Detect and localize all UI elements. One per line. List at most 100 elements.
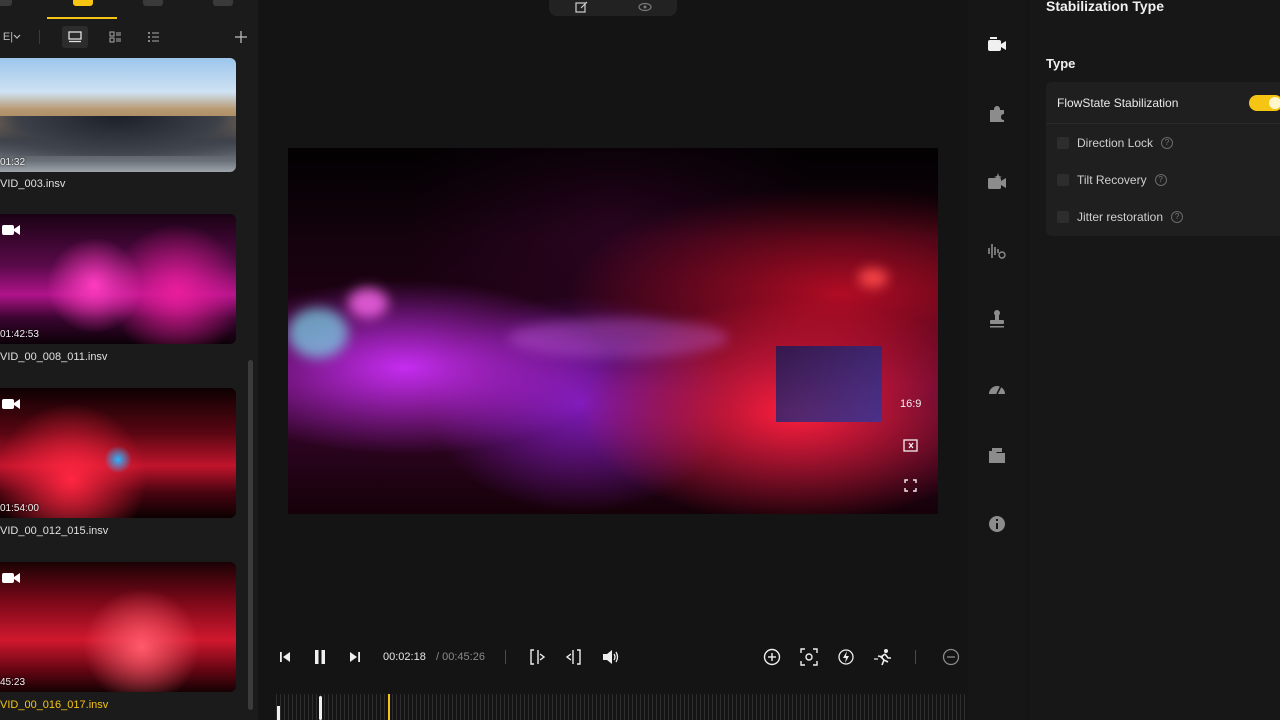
zoom-out-button[interactable] [940, 646, 962, 668]
jitter-restoration-option[interactable]: Jitter restoration ? [1057, 207, 1184, 227]
help-icon[interactable]: ? [1154, 174, 1167, 186]
lightning-icon [838, 649, 854, 665]
media-filename[interactable]: VID_003.insv [0, 178, 65, 190]
media-filename[interactable]: VID_00_012_015.insv [0, 525, 108, 537]
help-icon[interactable]: ? [1171, 211, 1184, 223]
mark-in-icon [530, 649, 546, 665]
properties-panel: Stabilization Type Type FlowState Stabil… [1030, 0, 1280, 720]
section-title: Type [1046, 56, 1076, 71]
stage-light [858, 268, 888, 288]
tab-other-icon[interactable] [0, 0, 12, 6]
media-thumbnail[interactable]: 01:54:00 [0, 388, 236, 518]
next-button[interactable] [344, 646, 366, 668]
info-icon [989, 516, 1005, 532]
grid-view-button[interactable] [104, 26, 126, 48]
export-icon [989, 448, 1005, 463]
panel-tabs [0, 0, 258, 20]
timeline-start-marker [277, 706, 280, 720]
toolbar-divider [39, 30, 40, 44]
crowd-glow [508, 318, 728, 358]
chevron-down-icon [13, 34, 21, 39]
rail-media-effects-button[interactable] [986, 171, 1008, 193]
filter-label: E| [2, 31, 14, 43]
skip-forward-icon [350, 652, 360, 662]
direction-lock-option[interactable]: Direction Lock ? [1057, 133, 1174, 153]
rail-stabilization-button[interactable] [986, 34, 1008, 56]
mark-out-button[interactable] [562, 646, 584, 668]
screen-glow [288, 308, 348, 358]
playhead[interactable] [319, 696, 322, 720]
tilt-recovery-label: Tilt Recovery [1077, 173, 1147, 187]
preview-mode-button[interactable] [635, 0, 655, 14]
media-thumbnail[interactable]: 45:23 [0, 562, 236, 692]
media-filename[interactable]: VID_00_016_017.insv [0, 699, 108, 711]
media-filename[interactable]: VID_00_008_011.insv [0, 351, 107, 363]
timeline-track[interactable] [276, 694, 966, 720]
deep-track-button[interactable] [798, 646, 820, 668]
video-camera-icon [2, 399, 20, 409]
target-track-icon [800, 648, 818, 666]
media-duration: 45:23 [0, 677, 26, 688]
fullscreen-icon [903, 478, 917, 492]
mark-in-button[interactable] [527, 646, 549, 668]
motion-effect-button[interactable] [872, 646, 894, 668]
jitter-restoration-label: Jitter restoration [1077, 210, 1164, 224]
previous-button[interactable] [274, 646, 296, 668]
rail-stamp-button[interactable] [986, 308, 1008, 330]
tab-media-icon[interactable] [73, 0, 93, 6]
single-view-icon [68, 31, 82, 43]
ai-edit-button[interactable] [835, 646, 857, 668]
tool-rail [968, 0, 1026, 720]
edit-icon [574, 1, 587, 13]
media-duration: 01:32 [0, 157, 26, 168]
rail-plugin-button[interactable] [986, 103, 1008, 125]
active-tab-indicator [47, 17, 117, 19]
stamp-icon [990, 310, 1004, 328]
flowstate-toggle[interactable] [1249, 95, 1280, 111]
rail-info-button[interactable] [986, 513, 1008, 535]
video-camera-icon [2, 225, 20, 235]
tilt-recovery-option[interactable]: Tilt Recovery ? [1057, 170, 1167, 190]
tilt-recovery-checkbox[interactable] [1057, 174, 1069, 186]
media-scrollbar[interactable] [248, 360, 253, 710]
video-preview[interactable]: 16:9 [288, 148, 938, 514]
fullscreen-button[interactable] [901, 476, 919, 494]
skip-back-icon [280, 652, 290, 662]
video-camera-icon [2, 573, 20, 583]
add-circle-icon [763, 648, 781, 666]
rail-audio-button[interactable] [986, 240, 1008, 262]
rail-speed-button[interactable] [986, 377, 1008, 399]
list-view-button[interactable] [142, 26, 164, 48]
tab-project-icon[interactable] [143, 0, 163, 6]
single-view-button[interactable] [62, 26, 88, 48]
filter-dropdown[interactable]: E| [0, 26, 24, 48]
current-time: 00:02:18 [383, 651, 426, 663]
tab-cloud-icon[interactable] [213, 0, 233, 6]
list-view-icon [147, 32, 159, 42]
pause-icon [315, 650, 325, 664]
jitter-restoration-checkbox[interactable] [1057, 211, 1069, 223]
camera-icon [988, 37, 1006, 51]
media-thumbnail[interactable]: 01:32 [0, 58, 236, 172]
media-effects-icon [988, 173, 1006, 189]
timeline-marker[interactable] [388, 694, 390, 720]
help-icon[interactable]: ? [1161, 137, 1174, 149]
add-keyframe-button[interactable] [761, 646, 783, 668]
direction-lock-label: Direction Lock [1077, 136, 1154, 150]
volume-button[interactable] [600, 646, 622, 668]
mark-out-icon [565, 649, 581, 665]
add-media-button[interactable] [230, 26, 252, 48]
eye-icon [638, 2, 652, 12]
pause-button[interactable] [309, 646, 331, 668]
edit-mode-button[interactable] [571, 0, 591, 14]
plus-icon [235, 31, 247, 43]
rail-export-button[interactable] [986, 445, 1008, 467]
aspect-ratio-button[interactable]: 16:9 [900, 398, 921, 410]
ceiling-shade [288, 148, 938, 238]
direction-lock-checkbox[interactable] [1057, 137, 1069, 149]
media-toolbar: E| [0, 26, 258, 50]
flowstate-label: FlowState Stabilization [1057, 96, 1179, 110]
pip-toggle-button[interactable] [901, 436, 919, 454]
media-thumbnail[interactable]: 01:42:53 [0, 214, 236, 344]
zoom-out-icon [942, 648, 960, 666]
